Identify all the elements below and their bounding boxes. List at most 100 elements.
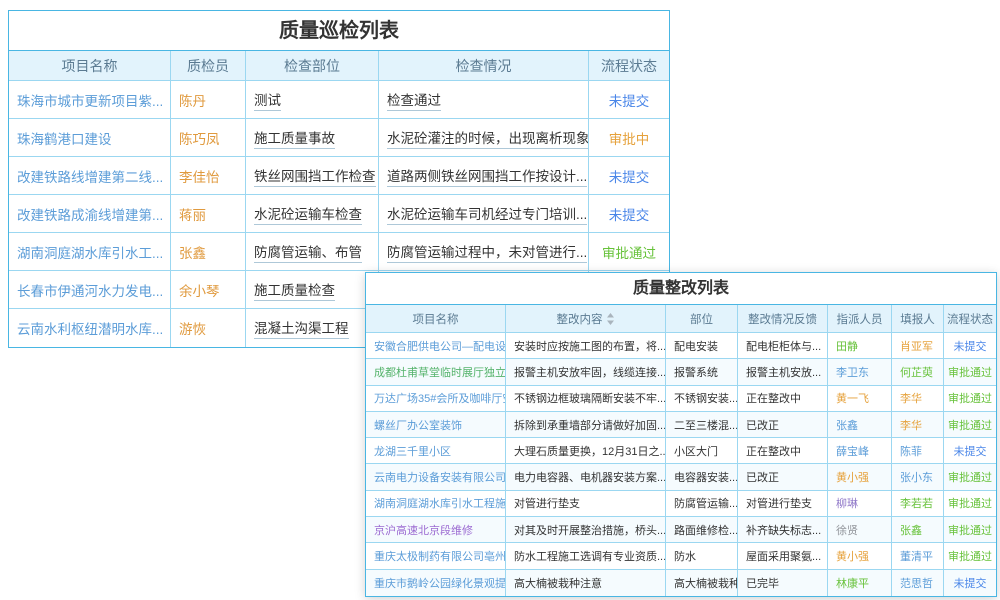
table-row: 珠海鹤港口建设 陈巧凤 施工质量事故 水泥砼灌注的时候，出现离析现象 审批中 [9, 119, 669, 157]
project-name-link[interactable]: 云南电力设备安装有限公司20... [374, 469, 506, 485]
status-badge: 未提交 [954, 575, 987, 591]
reporter-name: 张小东 [900, 469, 933, 485]
status-badge: 审批通过 [948, 495, 992, 511]
status-badge: 审批通过 [948, 390, 992, 406]
reporter-name: 董清平 [900, 548, 933, 564]
rectify-part-text: 小区大门 [674, 443, 718, 459]
assignee-name: 林康平 [836, 575, 869, 591]
rectify-part-text: 电容器安装... [674, 469, 738, 485]
status-badge: 未提交 [609, 166, 650, 186]
inspection-part-text: 混凝土沟渠工程 [254, 317, 349, 339]
col-header-assignee: 指派人员 [828, 305, 892, 332]
table-row: 成都杜甫草堂临时展厅独立展... 报警主机安放牢固，线缆连接... 报警系统 报… [366, 359, 996, 385]
status-badge: 未提交 [609, 90, 650, 110]
project-name-link[interactable]: 重庆市鹅岭公园绿化景观提升... [374, 575, 506, 591]
project-name-link[interactable]: 长春市伊通河水力发电... [17, 280, 163, 300]
project-name-link[interactable]: 成都杜甫草堂临时展厅独立展... [374, 364, 506, 380]
table-row: 改建铁路成渝线增建第... 蒋丽 水泥砼运输车检查 水泥砼运输车司机经过专门培训… [9, 195, 669, 233]
project-name-link[interactable]: 重庆太极制药有限公司亳州中... [374, 548, 506, 564]
assignee-name: 张鑫 [836, 417, 858, 433]
status-badge: 审批通过 [948, 522, 992, 538]
status-badge: 审批中 [609, 128, 650, 148]
table-row: 重庆市鹅岭公园绿化景观提升... 高大楠被栽种注意 高大楠被栽种 已完毕 林康平… [366, 570, 996, 596]
inspection-situation-text: 防腐管运输过程中，未对管进行... [387, 241, 587, 263]
inspection-situation-text: 检查通过 [387, 89, 441, 111]
project-name-link[interactable]: 湖南洞庭湖水库引水工... [17, 242, 163, 262]
rectify-part-text: 防腐管运输... [674, 495, 738, 511]
inspection-part-text: 施工质量事故 [254, 127, 335, 149]
reporter-name: 张鑫 [900, 522, 922, 538]
rectify-part-text: 不锈钢安装... [674, 390, 738, 406]
rectify-feedback-text: 已改正 [746, 469, 779, 485]
assignee-name: 柳琳 [836, 495, 858, 511]
rectify-part-text: 高大楠被栽种 [674, 575, 738, 591]
table-row: 龙湖三千里小区 大理石质量更换，12月31日之... 小区大门 正在整改中 薛宝… [366, 438, 996, 464]
project-name-link[interactable]: 改建铁路线增建第二线... [17, 166, 163, 186]
inspection-situation-text: 水泥砼运输车司机经过专门培训... [387, 203, 587, 225]
inspector-name: 游恢 [179, 318, 206, 338]
project-name-link[interactable]: 螺丝厂办公室装饰 [374, 417, 462, 433]
inspection-table-header: 项目名称 质检员 检查部位 检查情况 流程状态 [9, 51, 669, 81]
reporter-name: 李华 [900, 417, 922, 433]
inspector-name: 陈巧凤 [179, 128, 220, 148]
rectification-table-body: 安徽合肥供电公司—配电设备... 安装时应按施工图的布置，将... 配电安装 配… [366, 333, 996, 596]
assignee-name: 黄小强 [836, 469, 869, 485]
project-name-link[interactable]: 珠海市城市更新项目紫... [17, 90, 163, 110]
rectify-feedback-text: 已改正 [746, 417, 779, 433]
rectify-content-text: 高大楠被栽种注意 [514, 575, 602, 591]
col-header-inspection-status: 检查情况 [379, 51, 589, 80]
project-name-link[interactable]: 云南水利枢纽潜明水库... [17, 318, 163, 338]
rectify-part-text: 二至三楼混... [674, 417, 738, 433]
inspector-name: 张鑫 [179, 242, 206, 262]
assignee-name: 黄一飞 [836, 390, 869, 406]
table-row: 湖南洞庭湖水库引水工程施工1标 对管进行垫支 防腐管运输... 对管进行垫支 柳… [366, 491, 996, 517]
col-header-reporter: 填报人 [892, 305, 944, 332]
status-badge: 未提交 [954, 338, 987, 354]
project-name-link[interactable]: 龙湖三千里小区 [374, 443, 451, 459]
inspector-name: 蒋丽 [179, 204, 206, 224]
col-header-flow-status: 流程状态 [944, 305, 996, 332]
rectify-feedback-text: 屋面采用聚氨... [746, 548, 821, 564]
rectify-content-text: 安装时应按施工图的布置，将... [514, 338, 666, 354]
rectify-part-text: 报警系统 [674, 364, 718, 380]
reporter-name: 李华 [900, 390, 922, 406]
rectify-content-text: 对管进行垫支 [514, 495, 580, 511]
inspector-name: 陈丹 [179, 90, 206, 110]
project-name-link[interactable]: 安徽合肥供电公司—配电设备... [374, 338, 506, 354]
project-name-link[interactable]: 京沪高速北京段维修 [374, 522, 473, 538]
table-row: 湖南洞庭湖水库引水工... 张鑫 防腐管运输、布管 防腐管运输过程中，未对管进行… [9, 233, 669, 271]
inspection-part-text: 防腐管运输、布管 [254, 241, 362, 263]
rectify-content-text: 防水工程施工选调有专业资质... [514, 548, 666, 564]
table-row: 安徽合肥供电公司—配电设备... 安装时应按施工图的布置，将... 配电安装 配… [366, 333, 996, 359]
rectify-part-text: 配电安装 [674, 338, 718, 354]
inspection-part-text: 施工质量检查 [254, 279, 335, 301]
rectify-feedback-text: 已完毕 [746, 575, 779, 591]
col-header-feedback: 整改情况反馈 [738, 305, 828, 332]
rectify-content-text: 拆除到承重墙部分请做好加固... [514, 417, 666, 433]
inspection-part-text: 水泥砼运输车检查 [254, 203, 362, 225]
rectify-feedback-text: 正在整改中 [746, 443, 801, 459]
col-header-inspection-part: 检查部位 [246, 51, 379, 80]
col-header-flow-status: 流程状态 [589, 51, 669, 80]
project-name-link[interactable]: 改建铁路成渝线增建第... [17, 204, 163, 224]
col-header-part: 部位 [666, 305, 738, 332]
project-name-link[interactable]: 湖南洞庭湖水库引水工程施工1标 [374, 495, 506, 511]
assignee-name: 薛宝峰 [836, 443, 869, 459]
project-name-link[interactable]: 珠海鹤港口建设 [17, 128, 112, 148]
assignee-name: 李卫东 [836, 364, 869, 380]
table-row: 京沪高速北京段维修 对其及时开展整治措施，桥头... 路面维修检... 补齐缺失… [366, 517, 996, 543]
sort-icon[interactable] [606, 313, 615, 325]
reporter-name: 李若若 [900, 495, 933, 511]
inspection-part-text: 铁丝网围挡工作检查 [254, 165, 376, 187]
rectify-feedback-text: 正在整改中 [746, 390, 801, 406]
table-row: 螺丝厂办公室装饰 拆除到承重墙部分请做好加固... 二至三楼混... 已改正 张… [366, 412, 996, 438]
quality-rectification-table: 质量整改列表 项目名称 整改内容 部位 整改情况反馈 指派人员 填报人 流程状态… [365, 272, 997, 597]
rectify-content-text: 电力电容器、电机器安装方案... [514, 469, 666, 485]
assignee-name: 田静 [836, 338, 858, 354]
rectify-content-text: 对其及时开展整治措施，桥头... [514, 522, 666, 538]
inspection-situation-text: 道路两侧铁丝网围挡工作按设计... [387, 165, 587, 187]
table-row: 改建铁路线增建第二线... 李佳怡 铁丝网围挡工作检查 道路两侧铁丝网围挡工作按… [9, 157, 669, 195]
inspector-name: 余小琴 [179, 280, 220, 300]
project-name-link[interactable]: 万达广场35#会所及咖啡厅空... [374, 390, 506, 406]
rectify-feedback-text: 配电柜柜体与... [746, 338, 821, 354]
